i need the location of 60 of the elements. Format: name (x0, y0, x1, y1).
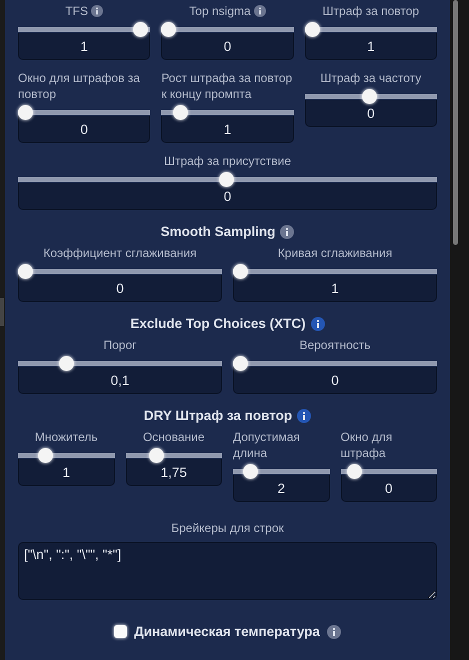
slider-thumb[interactable] (346, 464, 362, 479)
field-label: Брейкеры для строк (170, 520, 285, 536)
number-field[interactable]: 0 (18, 183, 437, 210)
slider-label: Окно для штрафов за повтор (18, 70, 141, 102)
number-field[interactable]: 0 (233, 367, 437, 394)
slider-label: Порог (103, 337, 137, 353)
slider-label: Кривая сглаживания (278, 245, 392, 261)
slider-thumb[interactable] (18, 264, 33, 279)
slider-label: TFS (65, 3, 88, 19)
slider-thumb[interactable] (233, 356, 248, 371)
section-title: Exclude Top Choices (XTC) (130, 316, 306, 331)
slider-label: Штраф за частоту (320, 70, 422, 86)
slider-label: Окно для штрафа (340, 429, 394, 461)
number-field[interactable]: 1,75 (126, 459, 222, 486)
slider-thumb[interactable] (149, 448, 164, 463)
number-field[interactable]: 0 (304, 100, 437, 127)
number-field[interactable]: 2 (233, 475, 330, 502)
info-icon[interactable] (297, 408, 312, 422)
section-title: DRY Штраф за повтор (144, 408, 292, 423)
info-icon[interactable] (326, 624, 341, 638)
slider-thumb[interactable] (59, 356, 74, 371)
number-field[interactable]: 0 (18, 275, 222, 302)
number-field[interactable]: 0,1 (18, 367, 222, 394)
scrollbar-thumb[interactable] (453, 0, 458, 245)
slider-label: Штраф за присутствие (164, 153, 292, 169)
number-field[interactable]: 1 (161, 116, 294, 143)
number-field[interactable]: 0 (18, 116, 150, 143)
slider-label: Основание (142, 429, 205, 445)
slider-label: Вероятность (299, 337, 371, 353)
slider-thumb[interactable] (38, 448, 53, 463)
number-field[interactable]: 1 (18, 459, 114, 486)
slider-label: Коэффициент сглаживания (43, 245, 197, 261)
info-icon[interactable] (280, 224, 294, 238)
number-field[interactable]: 1 (18, 33, 150, 60)
slider-thumb[interactable] (233, 264, 248, 279)
slider-thumb[interactable] (219, 172, 234, 187)
slider-label: Штраф за повтор (322, 3, 420, 19)
number-field[interactable]: 1 (304, 33, 437, 60)
slider-thumb[interactable] (362, 89, 378, 104)
checkbox[interactable] (114, 625, 128, 638)
slider-thumb[interactable] (242, 464, 258, 479)
slider-label: Top nsigma (189, 3, 251, 19)
slider-thumb[interactable] (18, 105, 33, 120)
info-icon[interactable] (254, 5, 266, 17)
text-area[interactable]: ["\n", ":", "\"", "*"] (18, 542, 437, 600)
info-icon[interactable] (91, 5, 103, 17)
number-field[interactable]: 0 (161, 33, 294, 60)
slider-thumb[interactable] (172, 105, 188, 120)
slider-label: Множитель (34, 429, 98, 445)
slider-thumb[interactable] (304, 22, 320, 37)
number-field[interactable]: 1 (233, 275, 437, 302)
number-field[interactable]: 0 (340, 475, 437, 502)
slider-thumb[interactable] (133, 22, 148, 37)
section-title: Smooth Sampling (160, 224, 276, 239)
slider-label: Допустимая длина (233, 429, 301, 461)
checkbox-label: Динамическая температура (134, 624, 320, 639)
splitter-handle[interactable] (0, 298, 4, 326)
slider-thumb[interactable] (161, 22, 176, 37)
info-icon[interactable] (310, 316, 325, 330)
slider-label: Рост штрафа за повтор к концу промпта (161, 70, 294, 102)
